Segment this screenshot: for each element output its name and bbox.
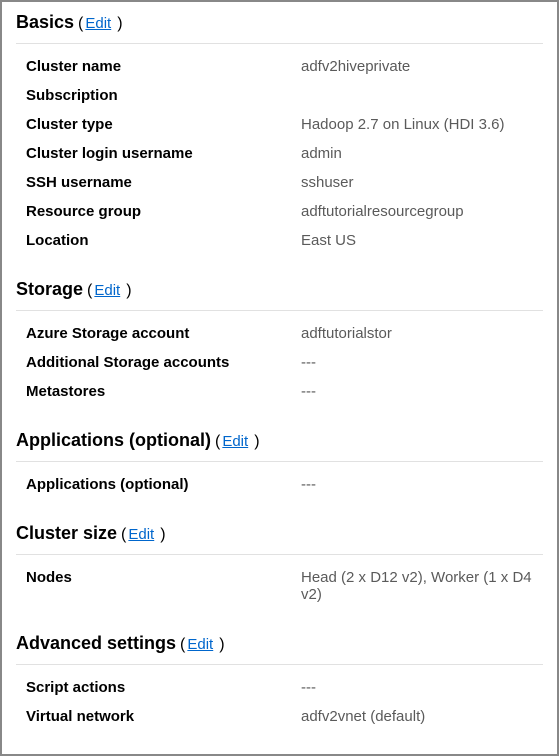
section-applications: Applications (optional) ( Edit ) Applica… — [16, 424, 543, 499]
paren-close: ) — [219, 636, 224, 654]
row-value: --- — [301, 354, 543, 371]
paren-close: ) — [126, 282, 131, 300]
row-value: adfv2hiveprivate — [301, 58, 543, 75]
row-applications: Applications (optional) --- — [26, 470, 543, 499]
section-title: Cluster size — [16, 523, 117, 544]
edit-link-cluster-size[interactable]: Edit — [128, 526, 154, 543]
row-label: Applications (optional) — [26, 476, 301, 493]
edit-link-storage[interactable]: Edit — [94, 282, 120, 299]
edit-link-applications[interactable]: Edit — [222, 433, 248, 450]
row-value: adfv2vnet (default) — [301, 708, 543, 725]
row-value: Hadoop 2.7 on Linux (HDI 3.6) — [301, 116, 543, 133]
row-label: Azure Storage account — [26, 325, 301, 342]
edit-link-advanced[interactable]: Edit — [187, 636, 213, 653]
section-advanced: Advanced settings ( Edit ) Script action… — [16, 627, 543, 731]
row-label: Script actions — [26, 679, 301, 696]
row-label: Virtual network — [26, 708, 301, 725]
row-metastores: Metastores --- — [26, 377, 543, 406]
section-storage: Storage ( Edit ) Azure Storage account a… — [16, 273, 543, 406]
row-value: Head (2 x D12 v2), Worker (1 x D4 v2) — [301, 569, 543, 603]
rows-advanced: Script actions --- Virtual network adfv2… — [16, 673, 543, 731]
row-label: SSH username — [26, 174, 301, 191]
row-label: Nodes — [26, 569, 301, 586]
row-value: --- — [301, 476, 543, 493]
edit-link-basics[interactable]: Edit — [85, 15, 111, 32]
section-header-advanced: Advanced settings ( Edit ) — [16, 627, 543, 665]
rows-storage: Azure Storage account adftutorialstor Ad… — [16, 319, 543, 406]
section-title: Storage — [16, 279, 83, 300]
rows-applications: Applications (optional) --- — [16, 470, 543, 499]
row-nodes: Nodes Head (2 x D12 v2), Worker (1 x D4 … — [26, 563, 543, 609]
section-header-basics: Basics ( Edit ) — [16, 12, 543, 44]
paren-open: ( — [180, 636, 185, 654]
row-label: Additional Storage accounts — [26, 354, 301, 371]
row-script-actions: Script actions --- — [26, 673, 543, 702]
row-label: Cluster name — [26, 58, 301, 75]
section-basics: Basics ( Edit ) Cluster name adfv2hivepr… — [16, 12, 543, 255]
row-value: East US — [301, 232, 543, 249]
row-cluster-name: Cluster name adfv2hiveprivate — [26, 52, 543, 81]
section-header-applications: Applications (optional) ( Edit ) — [16, 424, 543, 462]
row-value: sshuser — [301, 174, 543, 191]
section-header-storage: Storage ( Edit ) — [16, 273, 543, 311]
row-value: --- — [301, 383, 543, 400]
row-label: Metastores — [26, 383, 301, 400]
row-value: --- — [301, 679, 543, 696]
row-location: Location East US — [26, 226, 543, 255]
row-label: Cluster login username — [26, 145, 301, 162]
row-value: adftutorialresourcegroup — [301, 203, 543, 220]
section-title: Advanced settings — [16, 633, 176, 654]
row-cluster-type: Cluster type Hadoop 2.7 on Linux (HDI 3.… — [26, 110, 543, 139]
row-additional-storage: Additional Storage accounts --- — [26, 348, 543, 377]
paren-open: ( — [121, 526, 126, 544]
row-label: Subscription — [26, 87, 301, 104]
section-title: Basics — [16, 12, 74, 33]
row-value: admin — [301, 145, 543, 162]
row-ssh-username: SSH username sshuser — [26, 168, 543, 197]
section-cluster-size: Cluster size ( Edit ) Nodes Head (2 x D1… — [16, 517, 543, 609]
row-label: Location — [26, 232, 301, 249]
rows-basics: Cluster name adfv2hiveprivate Subscripti… — [16, 52, 543, 255]
section-header-cluster-size: Cluster size ( Edit ) — [16, 517, 543, 555]
paren-close: ) — [117, 15, 122, 33]
row-label: Cluster type — [26, 116, 301, 133]
row-label: Resource group — [26, 203, 301, 220]
rows-cluster-size: Nodes Head (2 x D12 v2), Worker (1 x D4 … — [16, 563, 543, 609]
row-login-username: Cluster login username admin — [26, 139, 543, 168]
row-subscription: Subscription — [26, 81, 543, 110]
paren-open: ( — [78, 15, 83, 33]
row-resource-group: Resource group adftutorialresourcegroup — [26, 197, 543, 226]
row-storage-account: Azure Storage account adftutorialstor — [26, 319, 543, 348]
row-virtual-network: Virtual network adfv2vnet (default) — [26, 702, 543, 731]
section-title: Applications (optional) — [16, 430, 211, 451]
paren-open: ( — [87, 282, 92, 300]
row-value: adftutorialstor — [301, 325, 543, 342]
paren-close: ) — [254, 433, 259, 451]
paren-open: ( — [215, 433, 220, 451]
paren-close: ) — [160, 526, 165, 544]
